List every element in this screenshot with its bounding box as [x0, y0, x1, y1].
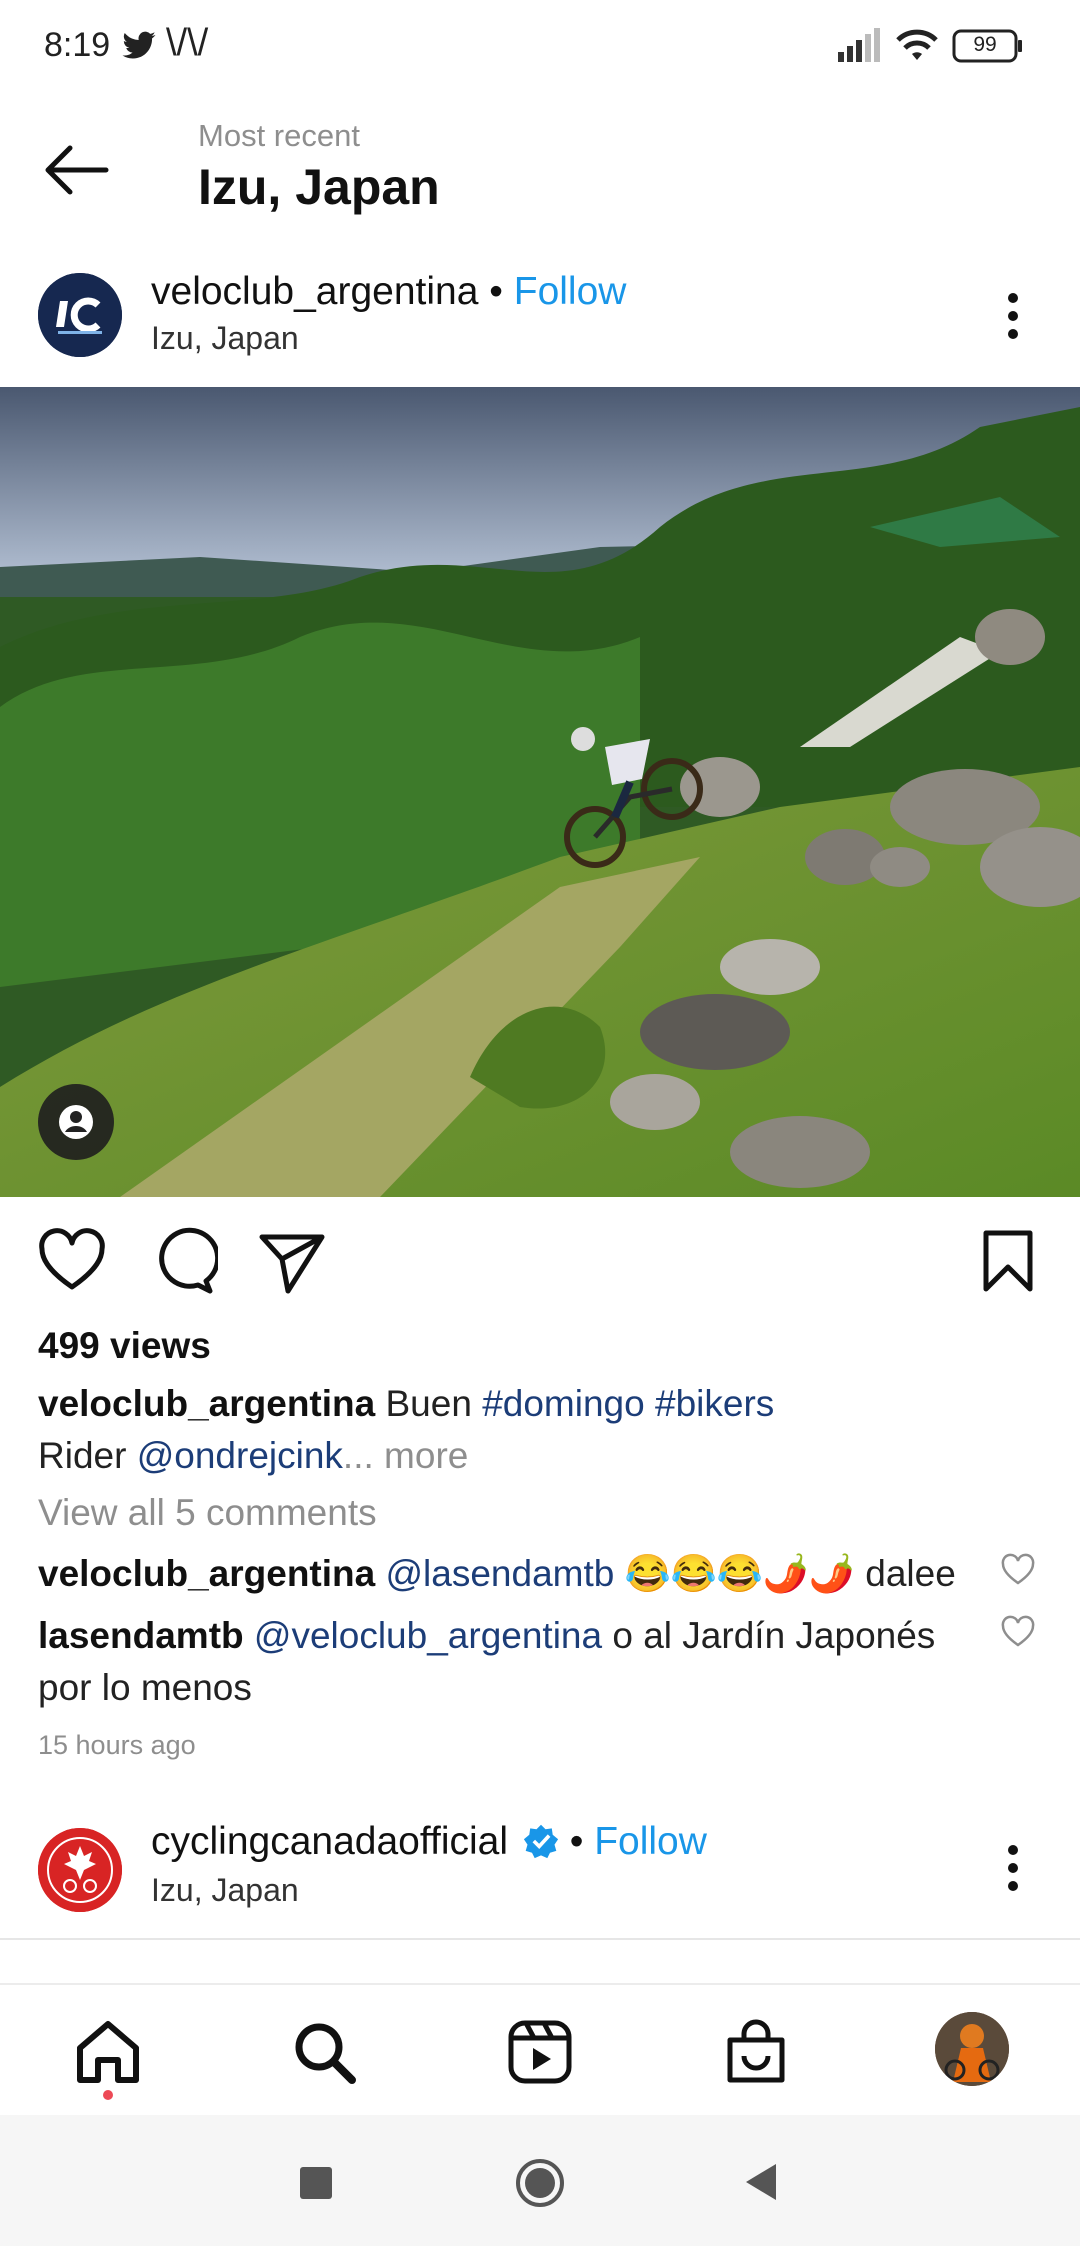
follow-button[interactable]: Follow	[594, 1820, 707, 1863]
home-button-icon[interactable]	[514, 2157, 566, 2209]
arrow-left-icon[interactable]	[40, 140, 110, 200]
send-icon[interactable]	[256, 1225, 328, 1297]
post-media[interactable]	[0, 387, 1080, 1197]
post-header-user: cyclingcanadaofficial • Follow	[151, 1820, 707, 1864]
avatar[interactable]	[38, 1828, 122, 1912]
username-link[interactable]: veloclub_argentina	[151, 270, 478, 313]
heart-icon[interactable]	[1000, 1614, 1036, 1648]
avatar[interactable]	[38, 273, 122, 357]
username-link[interactable]: cyclingcanadaofficial	[151, 1820, 508, 1863]
post-caption: veloclub_argentina Buen #domingo #bikers…	[38, 1378, 1038, 1482]
view-all-comments-link[interactable]: View all 5 comments	[38, 1492, 377, 1534]
status-time: 8:19	[44, 26, 111, 64]
ellipsis: ...	[342, 1435, 374, 1476]
more-options-icon[interactable]	[996, 1842, 1030, 1894]
post-timestamp: 15 hours ago	[38, 1730, 196, 1760]
comment-emojis: 😂😂😂🌶️🌶️	[624, 1553, 855, 1594]
comment-username[interactable]: veloclub_argentina	[38, 1553, 375, 1594]
caption-text: Buen	[375, 1383, 483, 1424]
comment-icon[interactable]	[146, 1225, 218, 1297]
more-options-icon[interactable]	[996, 290, 1030, 342]
notification-dot	[103, 2090, 113, 2100]
caption-username[interactable]: veloclub_argentina	[38, 1383, 375, 1424]
back-button-icon[interactable]	[744, 2162, 778, 2202]
bookmark-icon[interactable]	[972, 1225, 1044, 1297]
views-count[interactable]: 499 views	[38, 1325, 211, 1367]
reels-icon[interactable]	[506, 2018, 574, 2086]
shop-icon[interactable]	[722, 2018, 790, 2086]
comment-item: veloclub_argentina @lasendamtb 😂😂😂🌶️🌶️ d…	[38, 1548, 968, 1600]
mention-link[interactable]: @ondrejcink	[137, 1435, 343, 1476]
caption-text: Rider	[38, 1435, 137, 1476]
wifi-icon	[896, 29, 938, 60]
comment-username[interactable]: lasendamtb	[38, 1615, 244, 1656]
carrier-icon: \/\/	[166, 22, 209, 64]
more-link[interactable]: more	[374, 1435, 468, 1476]
separator: •	[489, 270, 503, 313]
signal-icon	[838, 28, 880, 62]
battery-level: 99	[973, 33, 997, 56]
follow-button[interactable]: Follow	[514, 270, 627, 313]
page-title: Izu, Japan	[198, 159, 440, 215]
hashtag[interactable]: #bikers	[655, 1383, 774, 1424]
page-subtitle: Most recent	[198, 118, 360, 153]
home-icon[interactable]	[74, 2018, 142, 2086]
heart-icon[interactable]	[1000, 1552, 1036, 1586]
battery-icon: 99	[952, 28, 1024, 64]
comment-text: dalee	[855, 1553, 956, 1594]
twitter-icon	[122, 31, 156, 59]
recents-icon[interactable]	[298, 2165, 334, 2201]
location-link[interactable]: Izu, Japan	[151, 1872, 299, 1909]
mention-link[interactable]: @lasendamtb	[386, 1553, 615, 1594]
verified-badge-icon	[523, 1824, 558, 1859]
tagged-users-button[interactable]	[38, 1084, 114, 1160]
hashtag[interactable]: #domingo	[482, 1383, 645, 1424]
comment-item: lasendamtb @veloclub_argentina o al Jard…	[38, 1610, 968, 1714]
heart-icon[interactable]	[36, 1225, 108, 1297]
separator: •	[569, 1820, 584, 1863]
profile-avatar[interactable]	[935, 2012, 1009, 2086]
search-icon[interactable]	[290, 2018, 358, 2086]
divider	[0, 1938, 1080, 1940]
location-link[interactable]: Izu, Japan	[151, 320, 299, 357]
mention-link[interactable]: @veloclub_argentina	[254, 1615, 602, 1656]
post-header-user: veloclub_argentina • Follow	[151, 270, 626, 314]
status-bar: 8:19 \/\/ 99	[0, 0, 1080, 95]
